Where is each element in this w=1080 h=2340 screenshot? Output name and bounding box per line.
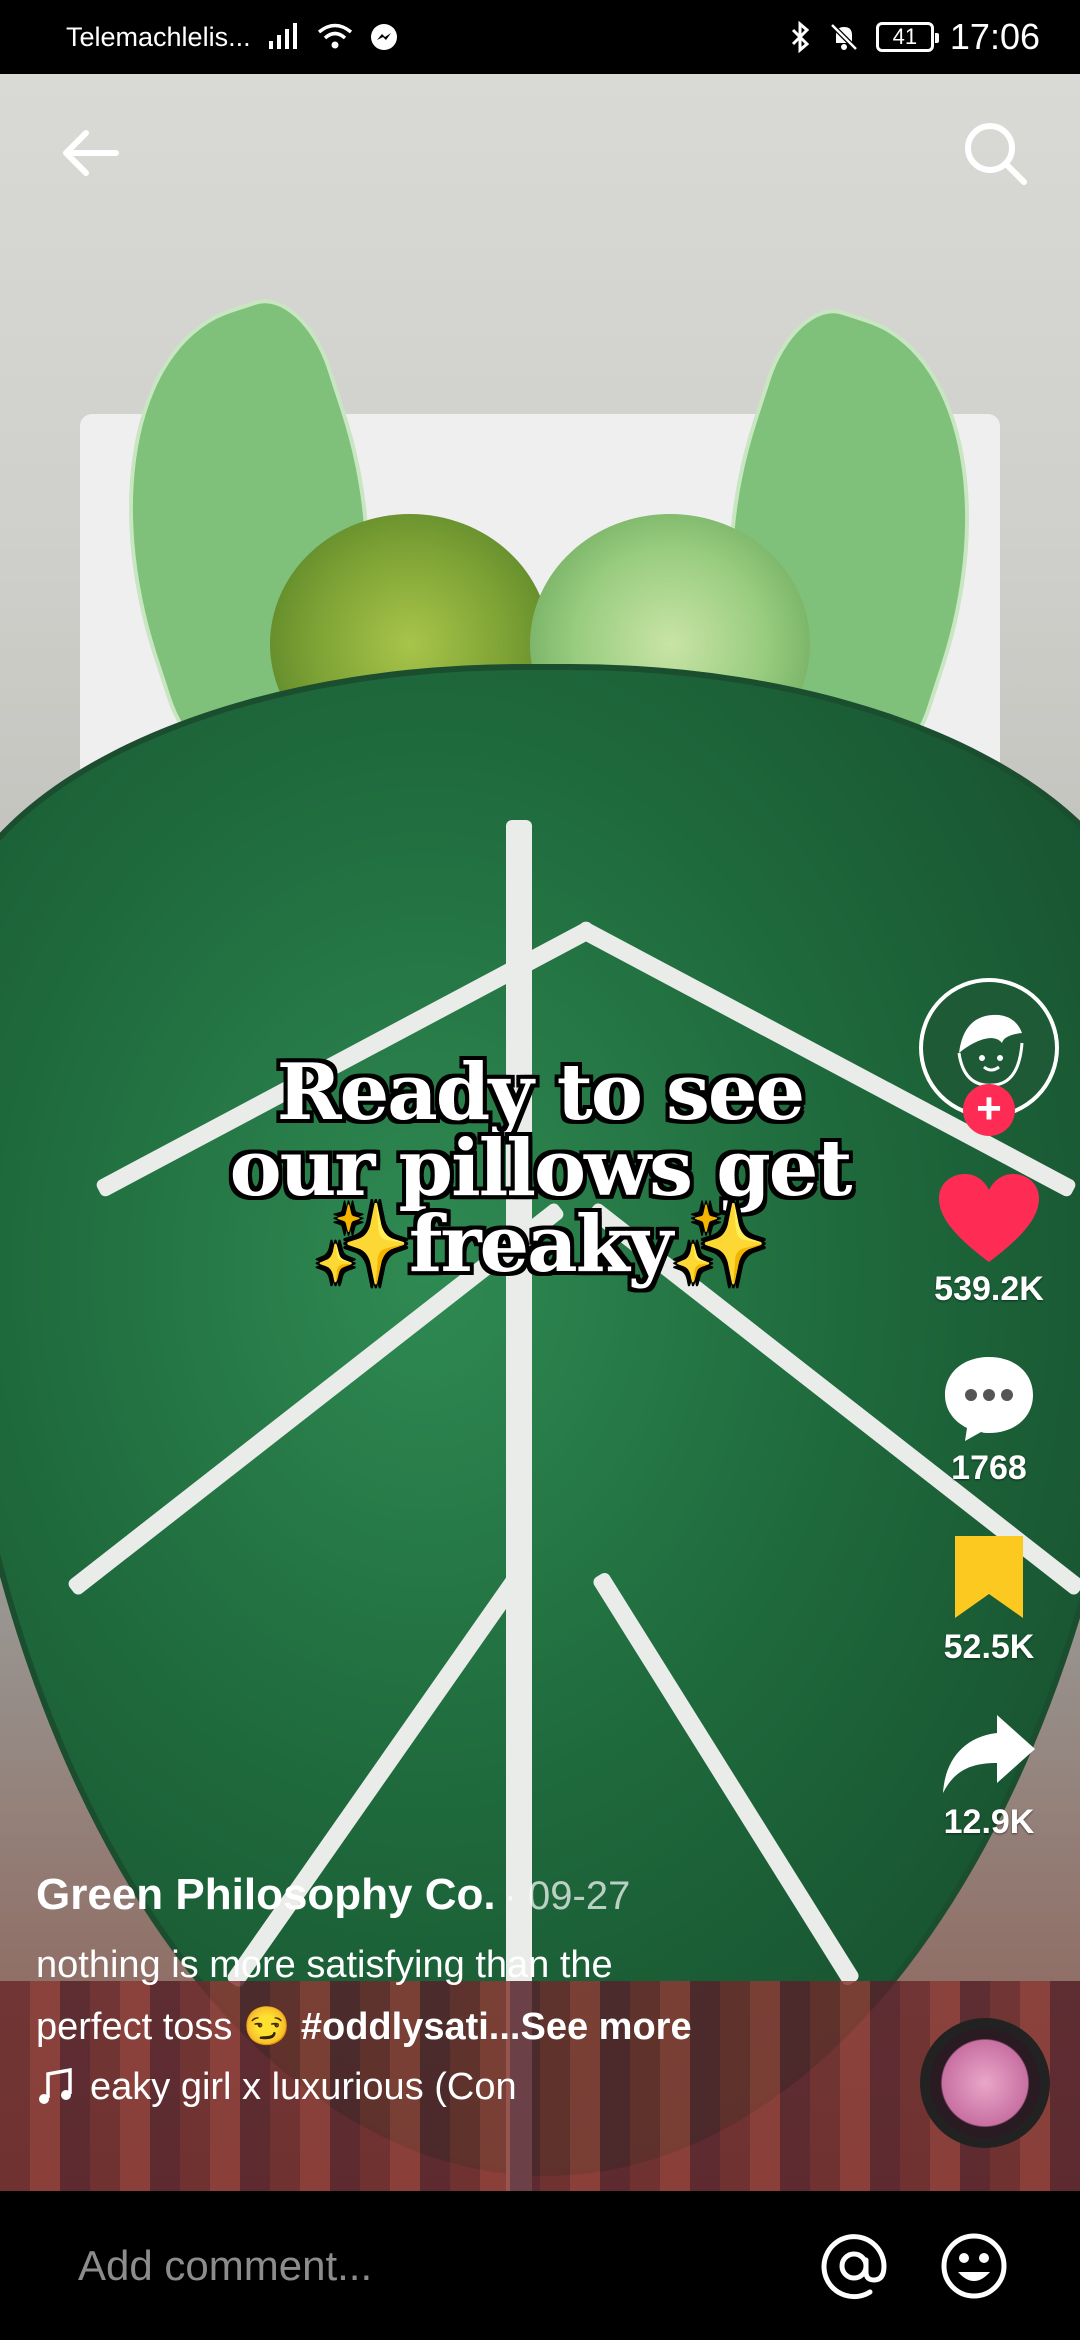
- emoji-icon[interactable]: [938, 2230, 1010, 2302]
- follow-button[interactable]: +: [963, 1084, 1015, 1136]
- post-info: Green Philosophy Co. · 09-27 nothing is …: [36, 1870, 806, 2109]
- action-rail: + 539.2K 1768 52.5K 12.9K: [914, 978, 1064, 1842]
- share-arrow-icon: [943, 1715, 1035, 1793]
- comment-button[interactable]: 1768: [941, 1353, 1037, 1488]
- description-line: perfect toss 😏: [36, 2006, 301, 2048]
- description-line: nothing is more satisfying than the: [36, 1944, 613, 1986]
- clock: 17:06: [949, 16, 1040, 57]
- video-caption-overlay: Ready to see our pillows get ✨freaky✨: [140, 1047, 940, 1290]
- battery-indicator: 41: [875, 22, 939, 52]
- search-icon[interactable]: [960, 118, 1030, 188]
- share-button[interactable]: 12.9K: [939, 1711, 1039, 1842]
- hashtag-link[interactable]: #oddlysati...: [301, 2006, 521, 2048]
- comment-bar: Add comment...: [0, 2191, 1080, 2340]
- carrier-name: Telemachlelis...: [66, 21, 251, 52]
- status-bar: Telemachlelis... 41 17:06: [0, 0, 1080, 74]
- mention-icon[interactable]: [818, 2230, 890, 2302]
- see-more-link[interactable]: See more: [520, 2006, 691, 2048]
- author-line: Green Philosophy Co. · 09-27: [36, 1870, 806, 1920]
- comment-count: 1768: [951, 1449, 1027, 1487]
- wifi-icon: [317, 23, 352, 49]
- comment-bubble-icon: [945, 1357, 1033, 1441]
- music-disc[interactable]: [920, 2018, 1050, 2148]
- bookmark-icon: [954, 1536, 1023, 1618]
- signal-icon: [268, 23, 297, 49]
- author-name[interactable]: Green Philosophy Co.: [36, 1870, 496, 1920]
- overlay-line: our pillows get: [229, 1123, 853, 1214]
- post-date: · 09-27: [503, 1874, 631, 1918]
- heart-icon: [938, 1174, 1039, 1262]
- overlay-line: ✨freaky✨: [313, 1199, 768, 1290]
- back-arrow-icon[interactable]: [56, 118, 126, 188]
- music-title: eaky girl x luxurious (Con: [90, 2066, 517, 2108]
- like-count: 539.2K: [934, 1270, 1044, 1308]
- like-button[interactable]: 539.2K: [934, 1174, 1044, 1309]
- bookmark-button[interactable]: 52.5K: [943, 1532, 1035, 1667]
- creator-avatar[interactable]: +: [919, 978, 1059, 1136]
- bookmark-count: 52.5K: [943, 1628, 1035, 1666]
- comment-input[interactable]: Add comment...: [78, 2242, 770, 2290]
- music-track[interactable]: eaky girl x luxurious (Con: [36, 2066, 806, 2109]
- share-count: 12.9K: [943, 1803, 1035, 1841]
- messenger-icon: [370, 24, 397, 50]
- brand-logo-icon: [957, 1014, 1024, 1087]
- mute-bell-icon: [830, 23, 858, 51]
- music-note-icon: [39, 2067, 72, 2104]
- post-description: nothing is more satisfying than the perf…: [36, 1934, 806, 2058]
- battery-level: 41: [892, 24, 918, 49]
- bluetooth-icon: [791, 21, 810, 53]
- overlay-line: Ready to see: [276, 1047, 805, 1138]
